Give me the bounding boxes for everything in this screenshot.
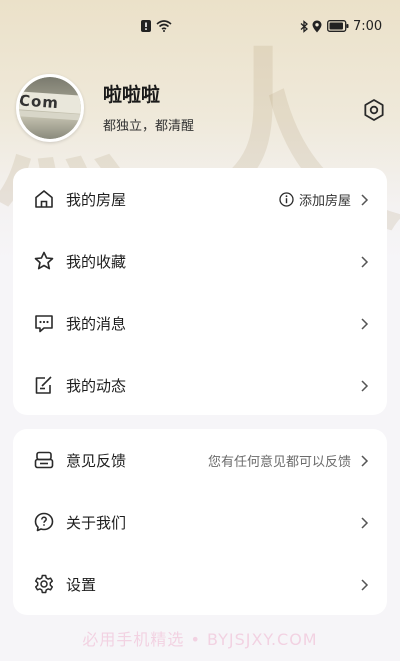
menu-item-label: 我的房屋 [66, 190, 127, 209]
menu-item-label: 设置 [66, 575, 97, 594]
star-icon [33, 250, 55, 272]
menu-item-about-us[interactable]: 关于我们 [13, 491, 387, 553]
status-bar: 7:00 [0, 0, 400, 60]
menu-item-feedback[interactable]: 意见反馈 您有任何意见都可以反馈 [13, 429, 387, 491]
notification-icon [141, 20, 151, 32]
add-house-label: 添加房屋 [298, 193, 351, 209]
chevron-right-icon [359, 192, 369, 206]
location-icon [312, 20, 322, 33]
chevron-right-icon [359, 254, 369, 268]
message-icon [33, 312, 55, 334]
watermark-text: 必用手机精选 • BYJSJXY.COM [82, 630, 318, 649]
house-icon [33, 188, 55, 210]
menu-item-label: 我的消息 [66, 314, 127, 333]
gear-icon [33, 573, 55, 595]
settings-hexagon-icon[interactable] [362, 98, 386, 122]
menu-item-settings[interactable]: 设置 [13, 553, 387, 615]
menu-item-my-messages[interactable]: 我的消息 [13, 292, 387, 354]
avatar[interactable]: Com [16, 74, 84, 142]
username: 啦啦啦 [103, 84, 161, 106]
menu-item-label: 我的动态 [66, 376, 127, 395]
chevron-right-icon [359, 515, 369, 529]
feedback-icon [33, 449, 55, 471]
wifi-icon [156, 20, 172, 32]
question-icon [33, 511, 55, 533]
chevron-right-icon [359, 577, 369, 591]
battery-icon [327, 20, 349, 32]
info-icon [279, 191, 294, 207]
menu-item-label: 意见反馈 [66, 451, 127, 470]
menu-card-primary: 我的房屋 添加房屋 我的收藏 我的消息 我的动态 [13, 168, 387, 415]
status-time: 7:00 [353, 19, 383, 34]
avatar-image: Com [19, 77, 81, 139]
chevron-right-icon [359, 378, 369, 392]
chevron-right-icon [359, 316, 369, 330]
menu-item-label: 我的收藏 [66, 252, 127, 271]
user-signature: 都独立，都清醒 [103, 119, 195, 134]
menu-card-secondary: 意见反馈 您有任何意见都可以反馈 关于我们 设置 [13, 429, 387, 615]
add-house-link[interactable]: 添加房屋 [279, 190, 351, 209]
edit-note-icon [33, 374, 55, 396]
menu-item-my-favorites[interactable]: 我的收藏 [13, 230, 387, 292]
menu-item-label: 关于我们 [66, 513, 127, 532]
menu-item-my-house[interactable]: 我的房屋 添加房屋 [13, 168, 387, 230]
feedback-hint: 您有任何意见都可以反馈 [207, 454, 351, 470]
bluetooth-icon [300, 20, 308, 33]
menu-item-my-posts[interactable]: 我的动态 [13, 354, 387, 416]
chevron-right-icon [359, 453, 369, 467]
